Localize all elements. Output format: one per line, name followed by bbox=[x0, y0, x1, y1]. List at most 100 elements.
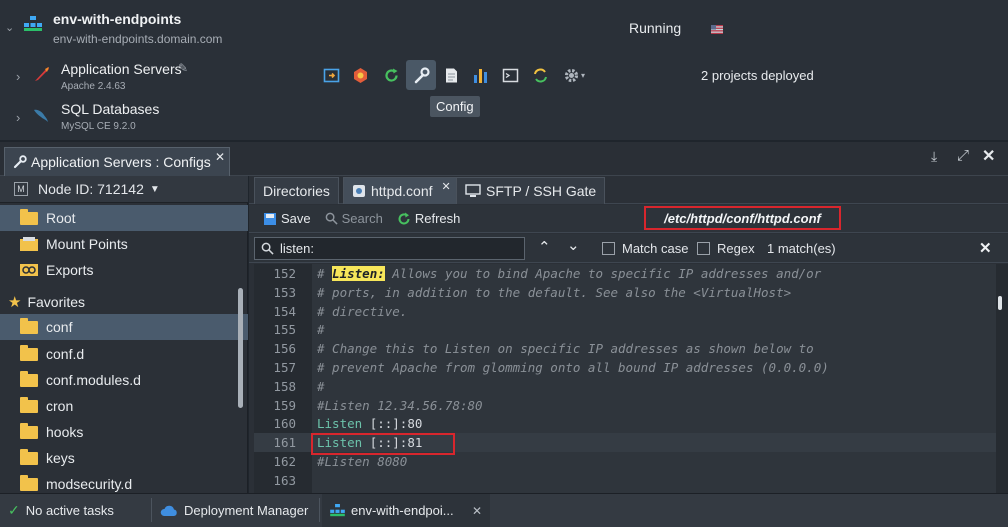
previous-match-icon[interactable]: ⌃ bbox=[538, 238, 551, 256]
tasks-label: No active tasks bbox=[25, 503, 114, 518]
folder-icon bbox=[20, 396, 38, 413]
save-label: Save bbox=[281, 211, 311, 226]
apache-feather-icon bbox=[33, 65, 51, 83]
match-count: 1 match(es) bbox=[767, 241, 836, 256]
tree-item-label: hooks bbox=[46, 424, 84, 440]
close-tab-icon[interactable]: ✕ bbox=[472, 504, 482, 518]
code-token: # bbox=[317, 379, 325, 394]
environment-domain[interactable]: env-with-endpoints.domain.com bbox=[53, 32, 222, 46]
close-tab-icon[interactable]: ✕ bbox=[215, 150, 225, 164]
tree-item-exports[interactable]: Exports bbox=[0, 257, 248, 283]
environment-icon bbox=[24, 16, 42, 32]
favorites-header[interactable]: ★ Favorites bbox=[0, 289, 248, 315]
node-version-sql-databases: MySQL CE 9.2.0 bbox=[61, 121, 136, 132]
redeploy-icon[interactable] bbox=[526, 61, 554, 89]
tree-item-label: Root bbox=[46, 210, 76, 226]
tab-directories[interactable]: Directories bbox=[254, 177, 339, 204]
folder-icon bbox=[20, 317, 38, 334]
editor-scrollbar-thumb[interactable] bbox=[998, 296, 1002, 310]
tasks-status[interactable]: ✓ No active tasks bbox=[0, 494, 122, 527]
tree-item-conf-d[interactable]: conf.d bbox=[0, 341, 248, 367]
tree-item-label: conf.d bbox=[46, 346, 85, 362]
node-icon: M bbox=[14, 182, 28, 196]
code-token: Listen bbox=[317, 416, 370, 431]
tree-item-mount-points[interactable]: Mount Points bbox=[0, 231, 248, 257]
search-icon bbox=[261, 242, 274, 255]
tab-httpd-conf[interactable]: httpd.conf ✕ bbox=[343, 177, 460, 204]
tab-sftp-ssh-gate[interactable]: SFTP / SSH Gate bbox=[456, 177, 606, 204]
tab-label: Directories bbox=[263, 183, 330, 199]
code-line: # directive. bbox=[317, 304, 407, 319]
tree-item-conf-modules-d[interactable]: conf.modules.d bbox=[0, 367, 248, 393]
code-token: Allows you to bind Apache to specific IP… bbox=[384, 266, 822, 281]
tree-item-root[interactable]: Root bbox=[0, 205, 248, 231]
line-number: 152 bbox=[273, 266, 296, 281]
tree-item-conf[interactable]: conf bbox=[0, 314, 248, 340]
tree-scrollbar[interactable] bbox=[238, 288, 243, 408]
tree-item-hooks[interactable]: hooks bbox=[0, 419, 248, 445]
statistics-icon[interactable] bbox=[466, 61, 494, 89]
line-number: 158 bbox=[273, 379, 296, 394]
environment-status: Running bbox=[629, 20, 682, 36]
expand-node-chevron-icon[interactable]: › bbox=[16, 110, 20, 125]
match-case-checkbox[interactable] bbox=[602, 242, 615, 255]
code-token: #Listen 12.34.56.78:80 bbox=[317, 398, 483, 413]
log-icon[interactable] bbox=[437, 61, 465, 89]
tree-item-cron[interactable]: cron bbox=[0, 393, 248, 419]
node-id-selector[interactable]: M Node ID: 712142 ▼ bbox=[0, 176, 248, 203]
exports-icon bbox=[20, 263, 38, 277]
maximize-icon[interactable]: ⤢ bbox=[957, 147, 969, 164]
env-tab-label: env-with-endpoi... bbox=[351, 503, 454, 518]
search-button[interactable]: Search bbox=[325, 211, 383, 226]
favorites-label: Favorites bbox=[27, 294, 86, 310]
collapse-env-chevron-icon[interactable]: ⌄ bbox=[5, 21, 14, 34]
highlighted-listen-line-box bbox=[311, 433, 455, 455]
line-number: 153 bbox=[273, 285, 296, 300]
environment-name[interactable]: env-with-endpoints bbox=[53, 11, 181, 27]
restart-icon[interactable] bbox=[377, 61, 405, 89]
file-path-label: /etc/httpd/conf/httpd.conf bbox=[644, 206, 841, 230]
node-name-sql-databases[interactable]: SQL Databases bbox=[61, 101, 159, 117]
code-line: #Listen 12.34.56.78:80 bbox=[317, 398, 483, 413]
regex-label: Regex bbox=[717, 241, 755, 256]
regex-checkbox[interactable] bbox=[697, 242, 710, 255]
save-button[interactable]: Save bbox=[263, 211, 311, 226]
file-gear-icon bbox=[352, 184, 366, 198]
code-line: # prevent Apache from glomming onto all … bbox=[317, 360, 829, 375]
folder-icon bbox=[20, 370, 38, 387]
refresh-button[interactable]: Refresh bbox=[397, 211, 461, 226]
line-number: 157 bbox=[273, 360, 296, 375]
cloud-icon bbox=[160, 504, 178, 518]
find-input[interactable]: listen: bbox=[254, 237, 525, 260]
edit-pencil-icon[interactable]: ✎ bbox=[178, 61, 188, 75]
tree-item-label: Mount Points bbox=[46, 236, 128, 252]
expand-node-chevron-icon[interactable]: › bbox=[16, 69, 20, 84]
open-in-browser-icon[interactable] bbox=[317, 61, 345, 89]
line-number: 154 bbox=[273, 304, 296, 319]
close-tab-icon[interactable]: ✕ bbox=[442, 180, 451, 193]
line-number: 162 bbox=[273, 454, 296, 469]
folder-icon bbox=[20, 422, 38, 439]
configs-window-tab[interactable]: Application Servers : Configs ✕ bbox=[4, 147, 230, 176]
close-find-icon[interactable]: ✕ bbox=[979, 239, 992, 257]
config-icon[interactable] bbox=[406, 60, 436, 90]
env-taskbar-tab[interactable]: env-with-endpoi... ✕ bbox=[322, 494, 490, 527]
line-number: 159 bbox=[273, 398, 296, 413]
settings-icon[interactable]: ▾ bbox=[556, 61, 592, 89]
close-window-icon[interactable]: ✕ bbox=[982, 146, 995, 166]
next-match-icon[interactable]: ⌄ bbox=[567, 236, 580, 254]
web-ssh-icon[interactable] bbox=[496, 61, 524, 89]
code-line: # bbox=[317, 322, 325, 337]
monitor-icon bbox=[465, 184, 481, 198]
tab-label: httpd.conf bbox=[371, 183, 433, 199]
refresh-label: Refresh bbox=[414, 211, 461, 226]
node-name-app-servers[interactable]: Application Servers bbox=[61, 61, 182, 77]
deployment-manager-button[interactable]: Deployment Manager bbox=[152, 494, 316, 527]
download-icon[interactable]: ⤓ bbox=[931, 148, 937, 165]
code-token: # directive. bbox=[317, 304, 408, 319]
mount-points-icon bbox=[20, 237, 38, 251]
tree-item-keys[interactable]: keys bbox=[0, 445, 248, 471]
addons-icon[interactable] bbox=[346, 61, 374, 89]
tree-item-label: Exports bbox=[46, 262, 94, 278]
divider bbox=[319, 498, 320, 522]
